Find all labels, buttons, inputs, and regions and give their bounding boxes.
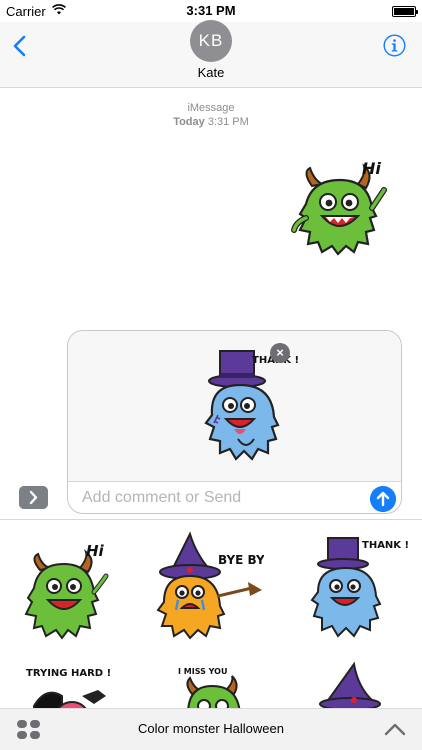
expand-apps-button[interactable] (19, 486, 48, 509)
sticker-tray: Hi BYE BYE THANK ! TRYING HARD ! (0, 519, 422, 709)
day-label: Today (173, 116, 205, 128)
status-time: 3:31 PM (186, 3, 236, 18)
time-label: 3:31 PM (207, 116, 249, 128)
sent-sticker-caption: Hi (362, 159, 381, 178)
sticker-caption: THANK ! (362, 540, 409, 551)
contact-avatar[interactable]: KB (190, 20, 232, 62)
battery-icon (392, 6, 418, 17)
service-label: iMessage (187, 102, 235, 114)
app-name-label: Color monster Halloween (138, 721, 284, 736)
compose-box: THANK ! × Add comment or Send (67, 330, 402, 514)
sticker-i-miss-you[interactable]: I MISS YOU (152, 654, 264, 709)
comment-input[interactable]: Add comment or Send (82, 489, 241, 507)
sticker-caption: TRYING HARD ! (26, 668, 111, 679)
sticker-caption: BYE BYE (218, 553, 264, 567)
contact-name[interactable]: Kate (0, 65, 422, 80)
remove-sticker-button[interactable]: × (270, 343, 290, 363)
sticker-caption: Hi (86, 542, 105, 560)
back-chevron-icon[interactable] (10, 34, 30, 58)
conversation-meta: iMessage Today 3:31 PM (0, 101, 422, 129)
send-button[interactable] (370, 486, 396, 512)
sticker-caption: I MISS YOU (178, 667, 227, 676)
sticker-preview-area: THANK ! × (68, 331, 401, 481)
compose-divider (68, 481, 401, 482)
sticker-trying-hard[interactable]: TRYING HARD ! (12, 656, 124, 709)
status-bar: Carrier 3:31 PM (0, 0, 422, 22)
sticker-purple-witch[interactable] (300, 654, 412, 709)
sticker-orange-witch-bye-bye[interactable]: BYE BYE (152, 530, 264, 640)
sticker-green-monster-hi[interactable]: Hi (12, 536, 124, 646)
timestamp: Today 3:31 PM (0, 115, 422, 129)
sticker-blue-monster-thank[interactable]: THANK ! (300, 532, 412, 642)
app-drawer-bar: Color monster Halloween (0, 708, 422, 750)
info-icon[interactable] (383, 34, 406, 57)
chevron-up-icon[interactable] (384, 721, 406, 737)
conversation-header: KB Kate (0, 20, 422, 88)
sent-sticker-green-monster[interactable]: Hi (288, 152, 392, 260)
